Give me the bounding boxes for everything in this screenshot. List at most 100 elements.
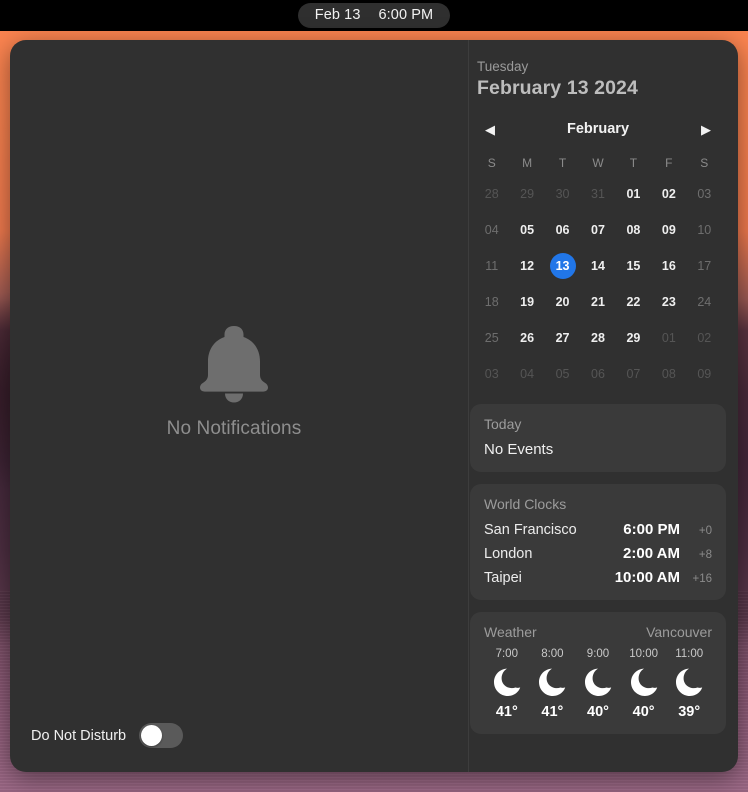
toggle-knob: [141, 725, 163, 746]
do-not-disturb-toggle[interactable]: [139, 723, 184, 748]
calendar-day-cell[interactable]: 26: [509, 320, 544, 356]
calendar-day-cell[interactable]: 14: [580, 248, 615, 284]
moon-icon: [492, 666, 522, 698]
calendar-day-label: 23: [661, 295, 676, 309]
calendar-day-cell[interactable]: 09: [687, 356, 722, 392]
notification-center-panel: No Notifications Do Not Disturb Tuesday …: [10, 40, 738, 772]
calendar-day-cell[interactable]: 10: [687, 212, 722, 248]
world-clock-time: 10:00 AM: [614, 569, 680, 586]
weather-hour-column: 9:00 40°: [575, 648, 621, 720]
calendar-weekday-0: S: [487, 156, 496, 170]
calendar-day-cell[interactable]: 03: [474, 356, 509, 392]
calendar-day-label: 13: [549, 253, 576, 279]
calendar-day-cell[interactable]: 01: [616, 176, 651, 212]
calendar-day-cell[interactable]: 01: [651, 320, 686, 356]
calendar-day-cell[interactable]: 05: [509, 212, 544, 248]
calendar-day-cell[interactable]: 08: [616, 212, 651, 248]
calendar-day-label: 03: [697, 187, 712, 201]
calendar-weekday-row: SMTWTFS: [474, 150, 722, 176]
calendar-weekday-3: W: [592, 156, 604, 170]
calendar-day-label: 06: [591, 367, 605, 381]
chevron-right-icon[interactable]: ▶: [698, 121, 714, 137]
calendar-day-label: 30: [555, 187, 570, 201]
calendar-day-cell[interactable]: 18: [474, 284, 509, 320]
moon-icon: [674, 666, 704, 698]
calendar-day-cell[interactable]: 27: [545, 320, 580, 356]
calendar-day-cell[interactable]: 06: [545, 212, 580, 248]
calendar-day-cell[interactable]: 16: [651, 248, 686, 284]
notifications-pane: No Notifications Do Not Disturb: [10, 40, 458, 772]
moon-icon: [629, 666, 659, 698]
menubar-clock-button[interactable]: Feb 13 6:00 PM: [297, 3, 451, 28]
calendar-day-cell[interactable]: 28: [474, 176, 509, 212]
calendar-day-cell[interactable]: 29: [509, 176, 544, 212]
calendar-day-cell[interactable]: 30: [545, 176, 580, 212]
calendar-day-cell[interactable]: 11: [474, 248, 509, 284]
weather-card-header: Weather Vancouver: [484, 624, 712, 640]
calendar-day-cell[interactable]: 02: [687, 320, 722, 356]
calendar-day-cell[interactable]: 02: [651, 176, 686, 212]
calendar-day-cell[interactable]: 23: [651, 284, 686, 320]
calendar-day-label: 15: [626, 259, 641, 273]
weekday-label: Tuesday: [477, 59, 529, 74]
calendar-day-cell[interactable]: 04: [474, 212, 509, 248]
do-not-disturb-row[interactable]: Do Not Disturb: [31, 723, 184, 748]
widget-column: Tuesday February 13 2024 ◀ February ▶ SM…: [458, 40, 738, 772]
weather-temp-label: 41°: [541, 704, 564, 720]
calendar-day-label: 11: [485, 259, 499, 273]
world-clock-city: Taipei: [484, 570, 522, 586]
calendar-day-label: 21: [591, 295, 605, 309]
menubar-time: 6:00 PM: [378, 7, 434, 23]
world-clock-city: San Francisco: [484, 522, 577, 538]
long-date-label: February 13 2024: [477, 77, 638, 99]
chevron-left-icon[interactable]: ◀: [482, 121, 498, 137]
weather-hour-column: 8:00 41°: [530, 648, 576, 720]
calendar-day-cell[interactable]: 07: [580, 212, 615, 248]
calendar-day-cell[interactable]: 21: [580, 284, 615, 320]
menu-bar: Feb 13 6:00 PM: [0, 0, 748, 31]
world-clock-offset: +8: [698, 549, 712, 561]
calendar-day-cell[interactable]: 19: [509, 284, 544, 320]
calendar-day-cell[interactable]: 05: [545, 356, 580, 392]
calendar-day-cell[interactable]: 17: [687, 248, 722, 284]
calendar-day-cell[interactable]: 07: [616, 356, 651, 392]
world-clocks-list: San Francisco 6:00 PM +0 London 2:00 AM +8 Tai…: [484, 521, 712, 586]
today-card-title: Today: [484, 416, 522, 432]
calendar-day-cell[interactable]: 22: [616, 284, 651, 320]
calendar-widget: ◀ February ▶ S M T W T F S 28 29 30 31 01 02 03 04 05 0…: [470, 116, 726, 392]
calendar-day-cell[interactable]: 31: [580, 176, 615, 212]
weather-hour-label: 9:00: [586, 648, 610, 660]
calendar-day-label: 18: [484, 295, 499, 309]
calendar-day-cell[interactable]: 29: [616, 320, 651, 356]
calendar-day-cell[interactable]: 28: [580, 320, 615, 356]
calendar-day-cell[interactable]: 03: [687, 176, 722, 212]
calendar-day-cell[interactable]: 24: [687, 284, 722, 320]
calendar-day-label: 07: [626, 367, 641, 381]
weather-hour-column: 10:00 40°: [621, 648, 667, 720]
no-notifications-label: No Notifications: [166, 418, 302, 439]
calendar-day-cell[interactable]: 25: [474, 320, 509, 356]
weather-hour-label: 11:00: [675, 648, 704, 660]
calendar-day-label: 31: [591, 187, 605, 201]
world-clock-row: London 2:00 AM +8: [484, 545, 712, 562]
calendar-day-cell[interactable]: 04: [509, 356, 544, 392]
calendar-day-cell[interactable]: 08: [651, 356, 686, 392]
calendar-day-cell[interactable]: 20: [545, 284, 580, 320]
calendar-day-cell[interactable]: 15: [616, 248, 651, 284]
calendar-day-label: 02: [661, 187, 676, 201]
calendar-day-label: 28: [591, 331, 605, 345]
calendar-day-cell[interactable]: 12: [509, 248, 544, 284]
calendar-day-label: 24: [697, 295, 712, 309]
today-events-card: Today No Events: [470, 404, 726, 472]
calendar-day-label: 04: [484, 223, 499, 237]
calendar-day-label: 28: [484, 187, 499, 201]
weather-title: Weather: [484, 624, 537, 640]
calendar-day-label: 04: [520, 367, 535, 381]
calendar-day-label: 26: [520, 331, 535, 345]
calendar-day-cell[interactable]: 09: [651, 212, 686, 248]
weather-hour-column: 7:00 41°: [484, 648, 530, 720]
world-clock-time: 6:00 PM: [623, 521, 680, 538]
calendar-day-label: 01: [626, 187, 641, 201]
calendar-day-cell[interactable]: 06: [580, 356, 615, 392]
calendar-day-cell[interactable]: 13: [545, 248, 580, 284]
